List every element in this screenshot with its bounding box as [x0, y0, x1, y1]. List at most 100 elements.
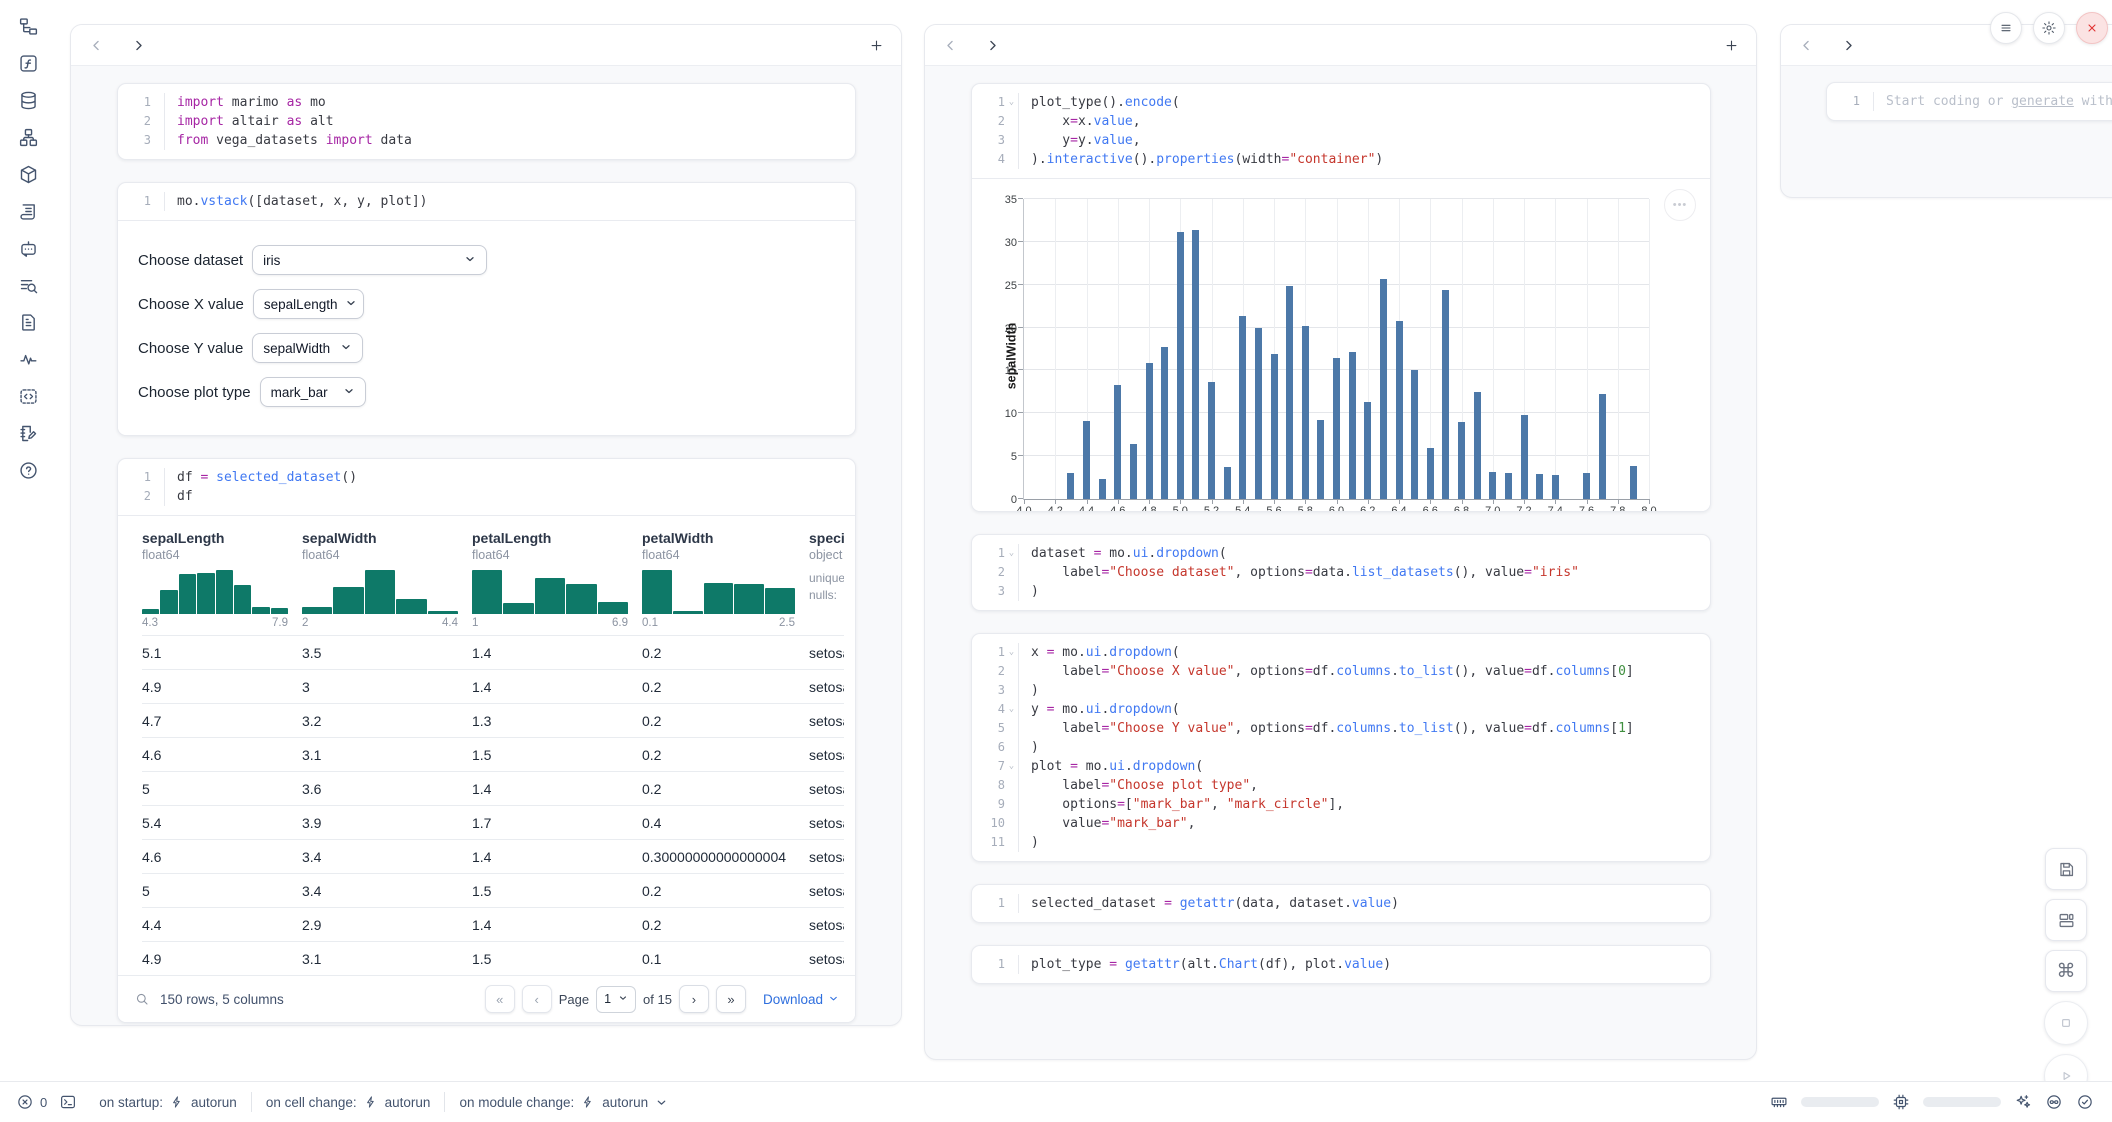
table-row[interactable]: 53.61.40.2setosa — [142, 772, 844, 806]
chart-bar[interactable] — [1505, 473, 1512, 499]
list-search-icon[interactable] — [18, 275, 39, 296]
choose-y-value-select[interactable]: sepalWidth — [252, 333, 363, 363]
chart-bar[interactable] — [1458, 422, 1465, 499]
fold-chevron-icon[interactable]: ⌄ — [1005, 700, 1018, 719]
search-icon[interactable] — [134, 991, 150, 1007]
table-row[interactable]: 4.63.41.40.30000000000000004setosa — [142, 840, 844, 874]
settings-button[interactable] — [2033, 12, 2065, 44]
chart-bar[interactable] — [1411, 370, 1418, 499]
table-scroll-area[interactable]: sepalLengthfloat644.37.9sepalWidthfloat6… — [142, 520, 844, 975]
choose-x-value-select[interactable]: sepalLength — [253, 289, 364, 319]
chart-bar[interactable] — [1521, 415, 1528, 499]
chart-bar[interactable] — [1130, 444, 1137, 499]
autorun-segment[interactable]: on cell change:autorun — [266, 1095, 431, 1110]
scroll-icon[interactable] — [18, 201, 39, 222]
stop-button[interactable] — [2044, 1001, 2088, 1045]
dependency-graph-icon[interactable] — [18, 127, 39, 148]
chart-bar[interactable] — [1349, 352, 1356, 499]
errors-icon[interactable] — [16, 1093, 34, 1111]
chart-bar[interactable] — [1396, 321, 1403, 499]
table-row[interactable]: 4.73.21.30.2setosa — [142, 704, 844, 738]
add-column-button[interactable] — [1722, 36, 1740, 54]
chart-bar[interactable] — [1083, 421, 1090, 499]
chart-bar[interactable] — [1208, 382, 1215, 499]
page-select[interactable]: 1 — [596, 986, 636, 1013]
table-row[interactable]: 4.63.11.50.2setosa — [142, 738, 844, 772]
column-header[interactable]: sepalLengthfloat644.37.9 — [142, 520, 302, 636]
chart-menu-button[interactable]: ••• — [1664, 189, 1696, 221]
database-icon[interactable] — [18, 90, 39, 111]
panel-prev-button[interactable] — [1797, 36, 1815, 54]
fold-chevron-icon[interactable]: ⌄ — [1005, 544, 1018, 563]
first-page-button[interactable]: « — [485, 985, 515, 1013]
chart-bar[interactable] — [1099, 479, 1106, 499]
chart-bar[interactable] — [1224, 467, 1231, 499]
chart-bar[interactable] — [1442, 290, 1449, 499]
fold-chevron-icon[interactable]: ⌄ — [1005, 643, 1018, 662]
bar-chart[interactable]: 051015202530354.04.24.44.64.85.05.25.45.… — [1024, 199, 1649, 499]
code-block-icon[interactable] — [18, 386, 39, 407]
table-row[interactable]: 5.13.51.40.2setosa — [142, 636, 844, 670]
chart-bar[interactable] — [1114, 385, 1121, 499]
code-editor[interactable]: 1⌄dataset = mo.ui.dropdown(2 label="Choo… — [972, 535, 1710, 610]
code-editor[interactable]: 1plot_type = getattr(alt.Chart(df), plot… — [972, 946, 1710, 983]
generate-link[interactable]: generate — [2011, 94, 2074, 109]
add-column-button[interactable] — [867, 36, 885, 54]
connection-status-icon[interactable] — [2076, 1093, 2094, 1111]
autorun-segment[interactable]: on module change:autorun — [459, 1095, 668, 1110]
chart-bar[interactable] — [1192, 230, 1199, 499]
prev-page-button[interactable]: ‹ — [522, 985, 552, 1013]
chart-bar[interactable] — [1317, 420, 1324, 499]
fold-chevron-icon[interactable]: ⌄ — [1005, 757, 1018, 776]
save-button[interactable] — [2045, 848, 2087, 890]
chart-bar[interactable] — [1552, 475, 1559, 499]
chart-bar[interactable] — [1427, 448, 1434, 499]
table-row[interactable]: 4.93.11.50.1setosa — [142, 942, 844, 976]
code-editor[interactable]: 1⌄plot_type().encode(2 x=x.value,3 y=y.v… — [972, 84, 1710, 178]
chart-bar[interactable] — [1630, 466, 1637, 499]
chart-bar[interactable] — [1239, 316, 1246, 499]
column-header[interactable]: speciesobjectunique:nulls: — [809, 520, 844, 636]
help-icon[interactable] — [18, 460, 39, 481]
table-row[interactable]: 53.41.50.2setosa — [142, 874, 844, 908]
document-icon[interactable] — [18, 312, 39, 333]
terminal-icon[interactable] — [59, 1093, 77, 1111]
bot-icon[interactable] — [18, 238, 39, 259]
notepad-icon[interactable] — [18, 423, 39, 444]
code-editor[interactable]: 1import marimo as mo2import altair as al… — [118, 84, 855, 159]
chart-bar[interactable] — [1286, 286, 1293, 499]
chart-bar[interactable] — [1161, 347, 1168, 499]
chart-bar[interactable] — [1364, 402, 1371, 499]
code-editor[interactable]: 1df = selected_dataset()2df — [118, 459, 855, 515]
code-editor[interactable]: 1selected_dataset = getattr(data, datase… — [972, 885, 1710, 922]
column-header[interactable]: petalLengthfloat6416.9 — [472, 520, 642, 636]
code-editor[interactable]: 1⌄x = mo.ui.dropdown(2 label="Choose X v… — [972, 634, 1710, 861]
table-row[interactable]: 4.42.91.40.2setosa — [142, 908, 844, 942]
last-page-button[interactable]: » — [716, 985, 746, 1013]
function-square-icon[interactable] — [18, 53, 39, 74]
chart-bar[interactable] — [1177, 232, 1184, 499]
column-header[interactable]: petalWidthfloat640.12.5 — [642, 520, 809, 636]
code-editor[interactable]: 1mo.vstack([dataset, x, y, plot]) — [118, 183, 855, 220]
fold-chevron-icon[interactable]: ⌄ — [1005, 93, 1018, 112]
package-icon[interactable] — [18, 164, 39, 185]
panel-prev-button[interactable] — [87, 36, 105, 54]
chart-bar[interactable] — [1302, 326, 1309, 499]
chart-bar[interactable] — [1583, 473, 1590, 499]
code-editor[interactable]: 1 Start coding or generate with AI — [1827, 83, 2112, 120]
choose-dataset-select[interactable]: iris — [252, 245, 487, 275]
table-row[interactable]: 4.931.40.2setosa — [142, 670, 844, 704]
download-button[interactable]: Download — [763, 992, 839, 1007]
panel-next-button[interactable] — [983, 36, 1001, 54]
chart-bar[interactable] — [1333, 358, 1340, 499]
chart-bar[interactable] — [1536, 474, 1543, 499]
choose-plot-type-select[interactable]: mark_bar — [260, 377, 366, 407]
chart-bar[interactable] — [1599, 394, 1606, 499]
chart-bar[interactable] — [1271, 354, 1278, 499]
chart-bar[interactable] — [1255, 328, 1262, 499]
command-palette-button[interactable]: ⌘ — [2045, 950, 2087, 992]
next-page-button[interactable]: › — [679, 985, 709, 1013]
chart-bar[interactable] — [1474, 392, 1481, 499]
autorun-segment[interactable]: on startup:autorun — [99, 1095, 237, 1110]
file-tree-icon[interactable] — [18, 16, 39, 37]
